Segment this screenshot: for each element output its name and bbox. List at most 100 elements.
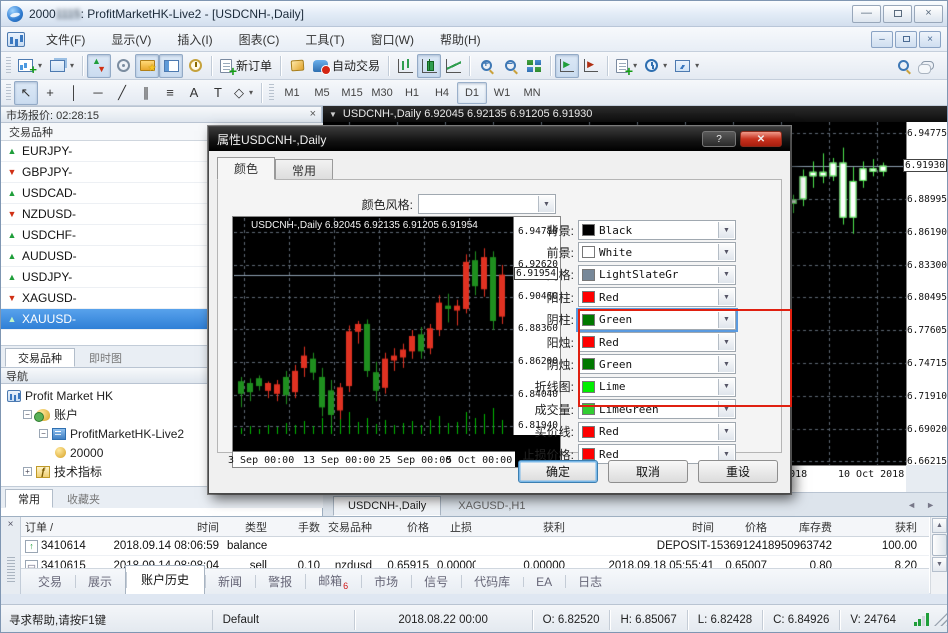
market-watch-tab-即时图[interactable]: 即时图 xyxy=(76,348,135,367)
terminal-close-icon[interactable]: × xyxy=(1,517,20,530)
child-minimize-button[interactable]: – xyxy=(871,31,893,48)
expand-icon[interactable]: + xyxy=(23,467,32,476)
vline-tool-button[interactable]: │ xyxy=(62,81,86,105)
minimize-button[interactable]: — xyxy=(852,5,881,23)
tab-scroll-right-icon[interactable]: ► xyxy=(926,500,935,510)
line-chart-button[interactable] xyxy=(441,54,465,78)
child-restore-button[interactable] xyxy=(895,31,917,48)
new-order-button[interactable]: 新订单 xyxy=(216,54,276,78)
tab-scroll-left-icon[interactable]: ◄ xyxy=(907,500,916,510)
color-select-green[interactable]: Green▼ xyxy=(578,354,736,374)
scrollbar-thumb[interactable] xyxy=(932,534,947,556)
chart-tab-USDCNHDaily[interactable]: USDCNH-,Daily xyxy=(333,496,441,516)
timeframe-m5-button[interactable]: M5 xyxy=(307,82,337,104)
market-watch-close-icon[interactable]: × xyxy=(310,109,316,120)
terminal-tab-日志[interactable]: 日志 xyxy=(565,569,615,594)
collapse-icon[interactable]: − xyxy=(39,429,48,438)
terminal-tab-市场[interactable]: 市场 xyxy=(361,569,411,594)
indicators-button[interactable]: ▾ xyxy=(612,54,641,78)
metaeditor-button[interactable] xyxy=(285,54,309,78)
bar-chart-button[interactable] xyxy=(393,54,417,78)
dialog-tab-颜色[interactable]: 颜色 xyxy=(217,157,275,180)
terminal-tab-代码库[interactable]: 代码库 xyxy=(461,569,523,594)
terminal-column-5[interactable]: 价格 xyxy=(376,519,433,535)
templates-button[interactable]: ▾ xyxy=(671,54,703,78)
dialog-tab-常用[interactable]: 常用 xyxy=(275,159,333,180)
profiles-button[interactable]: ▾ xyxy=(46,54,78,78)
dialog-close-icon[interactable]: ✕ xyxy=(740,131,782,147)
terminal-column-10[interactable]: 库存费 xyxy=(771,519,836,535)
terminal-drag-grip[interactable] xyxy=(7,557,15,583)
market-watch-tab-交易品种[interactable]: 交易品种 xyxy=(5,348,75,367)
terminal-tab-交易[interactable]: 交易 xyxy=(25,569,75,594)
autotrading-button[interactable]: 自动交易 xyxy=(309,54,384,78)
search-button[interactable] xyxy=(891,54,915,78)
tile-windows-button[interactable] xyxy=(522,54,546,78)
terminal-tab-账户历史[interactable]: 账户历史 xyxy=(125,565,205,594)
menu-item-h[interactable]: 帮助(H) xyxy=(427,28,494,51)
toolbar-grip[interactable] xyxy=(6,84,11,102)
color-select-red[interactable]: Red▼ xyxy=(578,287,736,307)
color-select-lightslategr[interactable]: LightSlateGr▼ xyxy=(578,265,736,285)
data-window-button[interactable] xyxy=(111,54,135,78)
restore-button[interactable] xyxy=(883,5,912,23)
resize-grip[interactable] xyxy=(934,613,947,626)
terminal-column-8[interactable]: 时间 xyxy=(569,519,718,535)
market-watch-toggle-button[interactable] xyxy=(87,54,111,78)
auto-scroll-button[interactable] xyxy=(555,54,579,78)
dialog-title-bar[interactable]: 属性USDCNH-,Daily ? ✕ xyxy=(209,127,790,151)
terminal-tab-信号[interactable]: 信号 xyxy=(411,569,461,594)
timeframe-d1-button[interactable]: D1 xyxy=(457,82,487,104)
channel-tool-button[interactable]: ∥ xyxy=(134,81,158,105)
navigator-toggle-button[interactable] xyxy=(135,54,159,78)
timeframe-h4-button[interactable]: H4 xyxy=(427,82,457,104)
fibonacci-tool-button[interactable]: ≡ xyxy=(158,81,182,105)
chart-menu-icon[interactable] xyxy=(7,32,25,47)
menu-item-i[interactable]: 插入(I) xyxy=(164,28,225,51)
ok-button[interactable]: 确定 xyxy=(518,460,598,483)
reset-button[interactable]: 重设 xyxy=(698,460,778,483)
chart-shift-button[interactable] xyxy=(579,54,603,78)
color-select-white[interactable]: White▼ xyxy=(578,242,736,262)
terminal-toggle-button[interactable] xyxy=(159,54,183,78)
terminal-column-0[interactable]: 订单 / xyxy=(21,519,109,535)
terminal-tab-EA[interactable]: EA xyxy=(523,571,565,593)
toolbar-grip[interactable] xyxy=(6,57,11,75)
terminal-column-6[interactable]: 止损 xyxy=(433,519,476,535)
color-select-red[interactable]: Red▼ xyxy=(578,332,736,352)
table-row[interactable]: ↑34106142018.09.14 08:06:59balanceDEPOSI… xyxy=(21,537,929,556)
terminal-tab-警报[interactable]: 警报 xyxy=(255,569,305,594)
timeframe-m15-button[interactable]: M15 xyxy=(337,82,367,104)
periods-button[interactable]: ▾ xyxy=(641,54,671,78)
terminal-tab-展示[interactable]: 展示 xyxy=(75,569,125,594)
candlestick-button[interactable] xyxy=(417,54,441,78)
color-select-red[interactable]: Red▼ xyxy=(578,422,736,442)
menu-item-f[interactable]: 文件(F) xyxy=(33,28,98,51)
terminal-column-4[interactable]: 交易品种 xyxy=(324,519,376,535)
navigator-tab-常用[interactable]: 常用 xyxy=(5,489,53,508)
color-select-green[interactable]: Green▼ xyxy=(578,310,736,330)
crosshair-tool-button[interactable]: + xyxy=(38,81,62,105)
menu-item-c[interactable]: 图表(C) xyxy=(226,28,293,51)
terminal-column-2[interactable]: 类型 xyxy=(223,519,271,535)
cancel-button[interactable]: 取消 xyxy=(608,460,688,483)
timeframe-m30-button[interactable]: M30 xyxy=(367,82,397,104)
color-scheme-select[interactable]: ▼ xyxy=(418,194,556,214)
strategy-tester-button[interactable] xyxy=(183,54,207,78)
collapse-icon[interactable]: − xyxy=(23,410,32,419)
arrows-tool-button[interactable]: ◇▾ xyxy=(230,81,257,105)
zoom-in-button[interactable] xyxy=(474,54,498,78)
timeframe-mn-button[interactable]: MN xyxy=(517,82,547,104)
terminal-tab-邮箱[interactable]: 邮箱6 xyxy=(305,568,361,594)
dialog-help-icon[interactable]: ? xyxy=(702,131,736,147)
chat-button[interactable] xyxy=(915,54,939,78)
timeframe-m1-button[interactable]: M1 xyxy=(277,82,307,104)
terminal-column-11[interactable]: 获利 xyxy=(836,519,921,535)
chart-window-caption[interactable]: ▼ USDCNH-,Daily 6.92045 6.92135 6.91205 … xyxy=(323,106,948,122)
text-tool-button[interactable]: A xyxy=(182,81,206,105)
terminal-column-1[interactable]: 时间 xyxy=(109,519,223,535)
zoom-out-button[interactable] xyxy=(498,54,522,78)
terminal-scrollbar[interactable]: ▲ ▼ xyxy=(930,517,947,594)
color-select-limegreen[interactable]: LimeGreen▼ xyxy=(578,399,736,419)
terminal-column-7[interactable]: 获利 xyxy=(476,519,569,535)
